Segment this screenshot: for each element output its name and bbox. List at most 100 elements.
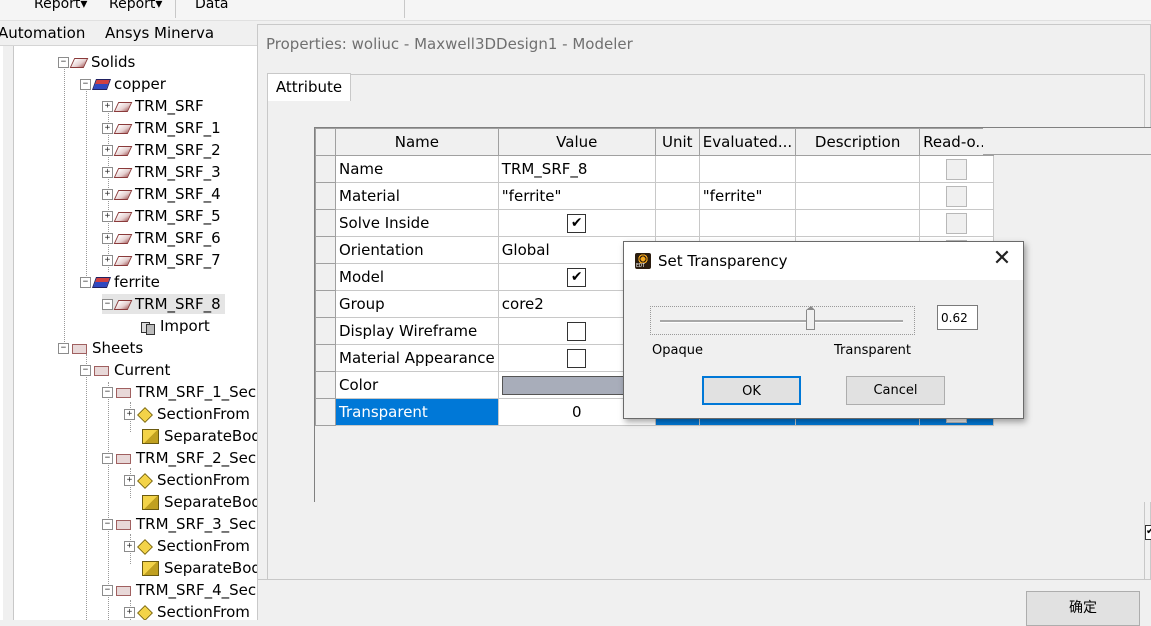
row-header[interactable] bbox=[315, 371, 336, 399]
property-name: Transparent bbox=[335, 398, 499, 426]
collapse-icon[interactable]: − bbox=[102, 299, 113, 310]
property-description[interactable] bbox=[795, 209, 921, 237]
collapse-icon[interactable]: − bbox=[102, 387, 113, 398]
cancel-button[interactable]: Cancel bbox=[846, 376, 945, 405]
collapse-icon[interactable]: − bbox=[102, 453, 113, 464]
tree-node-trm-srf-7[interactable]: + TRM_SRF_7 bbox=[102, 250, 221, 270]
table-row[interactable]: Name TRM_SRF_8 bbox=[315, 155, 994, 183]
dialog-title-bar[interactable]: EDT Set Transparency ✕ bbox=[624, 242, 1023, 280]
property-name: Name bbox=[335, 155, 499, 183]
row-header[interactable] bbox=[315, 236, 336, 264]
confirm-button[interactable]: 确定 bbox=[1026, 591, 1140, 626]
column-header-description[interactable]: Description bbox=[795, 128, 921, 156]
tab-ansys-minerva[interactable]: Ansys Minerva bbox=[105, 24, 214, 42]
expand-icon[interactable]: + bbox=[124, 409, 135, 420]
tree-node-separate-3[interactable]: SeparateBod bbox=[142, 558, 257, 578]
row-header[interactable] bbox=[315, 290, 336, 318]
tree-node-sheet-3[interactable]: − TRM_SRF_3_Sec bbox=[102, 514, 256, 534]
expand-icon[interactable]: + bbox=[102, 145, 113, 156]
solve-inside-checkbox[interactable]: ✔ bbox=[567, 213, 587, 233]
tree-node-sheet-4[interactable]: − TRM_SRF_4_Sec bbox=[102, 580, 256, 600]
expand-icon[interactable]: + bbox=[124, 607, 135, 618]
color-swatch[interactable] bbox=[501, 375, 624, 395]
tree-node-current[interactable]: − Current bbox=[80, 360, 170, 380]
tree-node-ferrite[interactable]: − ferrite bbox=[80, 272, 160, 292]
tree-node-trm-srf-1[interactable]: + TRM_SRF_1 bbox=[102, 118, 221, 138]
column-header-name[interactable]: Name bbox=[335, 128, 499, 156]
tree-node-import[interactable]: Import bbox=[140, 316, 210, 336]
tab-automation[interactable]: Automation bbox=[0, 24, 85, 42]
tab-attribute[interactable]: Attribute bbox=[267, 73, 351, 101]
tree-node-sheet-1[interactable]: − TRM_SRF_1_Sec bbox=[102, 382, 256, 402]
column-header-evaluated[interactable]: Evaluated... bbox=[698, 128, 797, 156]
property-value[interactable]: "ferrite" bbox=[497, 182, 656, 210]
property-name: Material bbox=[335, 182, 499, 210]
material-appearance-checkbox[interactable] bbox=[567, 348, 587, 368]
column-header-unit[interactable]: Unit bbox=[654, 128, 700, 156]
property-value[interactable]: ✔ bbox=[497, 209, 656, 237]
tree-node-copper[interactable]: − copper bbox=[80, 74, 166, 94]
tree-node-sheet-2[interactable]: − TRM_SRF_2_Sec bbox=[102, 448, 256, 468]
tree-node-section-4[interactable]: + SectionFrom bbox=[124, 602, 250, 620]
expand-icon[interactable]: + bbox=[124, 541, 135, 552]
transparency-slider[interactable] bbox=[650, 306, 915, 335]
row-header[interactable] bbox=[315, 398, 336, 426]
option-checkbox[interactable]: ✔ bbox=[1145, 525, 1151, 540]
row-header[interactable] bbox=[315, 344, 336, 372]
slider-thumb[interactable] bbox=[806, 306, 816, 330]
collapse-icon[interactable]: − bbox=[80, 277, 91, 288]
property-value[interactable]: TRM_SRF_8 bbox=[497, 155, 656, 183]
collapse-icon[interactable]: − bbox=[102, 585, 113, 596]
tree-node-section-1[interactable]: + SectionFrom bbox=[124, 404, 250, 424]
section-icon bbox=[137, 406, 153, 423]
expand-icon[interactable]: + bbox=[124, 475, 135, 486]
table-row[interactable]: Material "ferrite" "ferrite" bbox=[315, 182, 994, 210]
collapse-icon[interactable]: − bbox=[80, 365, 91, 376]
property-description[interactable] bbox=[795, 182, 921, 210]
row-header[interactable] bbox=[315, 155, 336, 183]
row-header[interactable] bbox=[315, 209, 336, 237]
ok-button[interactable]: OK bbox=[702, 376, 801, 405]
tree-node-trm-srf-5[interactable]: + TRM_SRF_5 bbox=[102, 206, 221, 226]
model-checkbox[interactable]: ✔ bbox=[567, 267, 587, 287]
tree-node-sheets[interactable]: − Sheets bbox=[58, 338, 143, 358]
solid-icon bbox=[113, 167, 133, 178]
collapse-icon[interactable]: − bbox=[102, 519, 113, 530]
row-header[interactable] bbox=[315, 317, 336, 345]
tree-node-separate-2[interactable]: SeparateBod bbox=[142, 492, 257, 512]
tree-node-trm-srf[interactable]: + TRM_SRF bbox=[102, 96, 204, 116]
tree-node-trm-srf-2[interactable]: + TRM_SRF_2 bbox=[102, 140, 221, 160]
tree-node-trm-srf-8[interactable]: − TRM_SRF_8 bbox=[102, 294, 225, 314]
collapse-icon[interactable]: − bbox=[58, 57, 69, 68]
expand-icon[interactable]: + bbox=[102, 211, 113, 222]
display-wireframe-checkbox[interactable] bbox=[567, 321, 587, 341]
collapse-icon[interactable]: − bbox=[80, 79, 91, 90]
report-menu-button[interactable]: Report▾ bbox=[34, 0, 87, 12]
slider-track[interactable] bbox=[660, 320, 903, 323]
tree-node-trm-srf-4[interactable]: + TRM_SRF_4 bbox=[102, 184, 221, 204]
data-menu-button[interactable]: Data bbox=[195, 0, 228, 12]
collapse-icon[interactable]: − bbox=[58, 343, 69, 354]
column-header-value[interactable]: Value bbox=[497, 128, 656, 156]
expand-icon[interactable]: + bbox=[102, 233, 113, 244]
tree-node-trm-srf-3[interactable]: + TRM_SRF_3 bbox=[102, 162, 221, 182]
transparency-value-input[interactable]: 0.62 bbox=[937, 305, 978, 330]
properties-button-bar: 确定 bbox=[258, 579, 1151, 626]
tree-node-separate-1[interactable]: SeparateBod bbox=[142, 426, 257, 446]
tree-splitter[interactable] bbox=[3, 46, 14, 620]
report-menu-button-2[interactable]: Report▾ bbox=[109, 0, 162, 12]
expand-icon[interactable]: + bbox=[102, 101, 113, 112]
tree-node-solids[interactable]: − Solids bbox=[58, 52, 135, 72]
tree-node-section-3[interactable]: + SectionFrom bbox=[124, 536, 250, 556]
expand-icon[interactable]: + bbox=[102, 167, 113, 178]
table-row[interactable]: Solve Inside ✔ bbox=[315, 209, 994, 237]
row-header[interactable] bbox=[315, 263, 336, 291]
expand-icon[interactable]: + bbox=[102, 255, 113, 266]
tree-node-section-2[interactable]: + SectionFrom bbox=[124, 470, 250, 490]
property-description[interactable] bbox=[795, 155, 921, 183]
close-icon[interactable]: ✕ bbox=[992, 248, 1012, 271]
expand-icon[interactable]: + bbox=[102, 189, 113, 200]
row-header[interactable] bbox=[315, 182, 336, 210]
expand-icon[interactable]: + bbox=[102, 123, 113, 134]
tree-node-trm-srf-6[interactable]: + TRM_SRF_6 bbox=[102, 228, 221, 248]
